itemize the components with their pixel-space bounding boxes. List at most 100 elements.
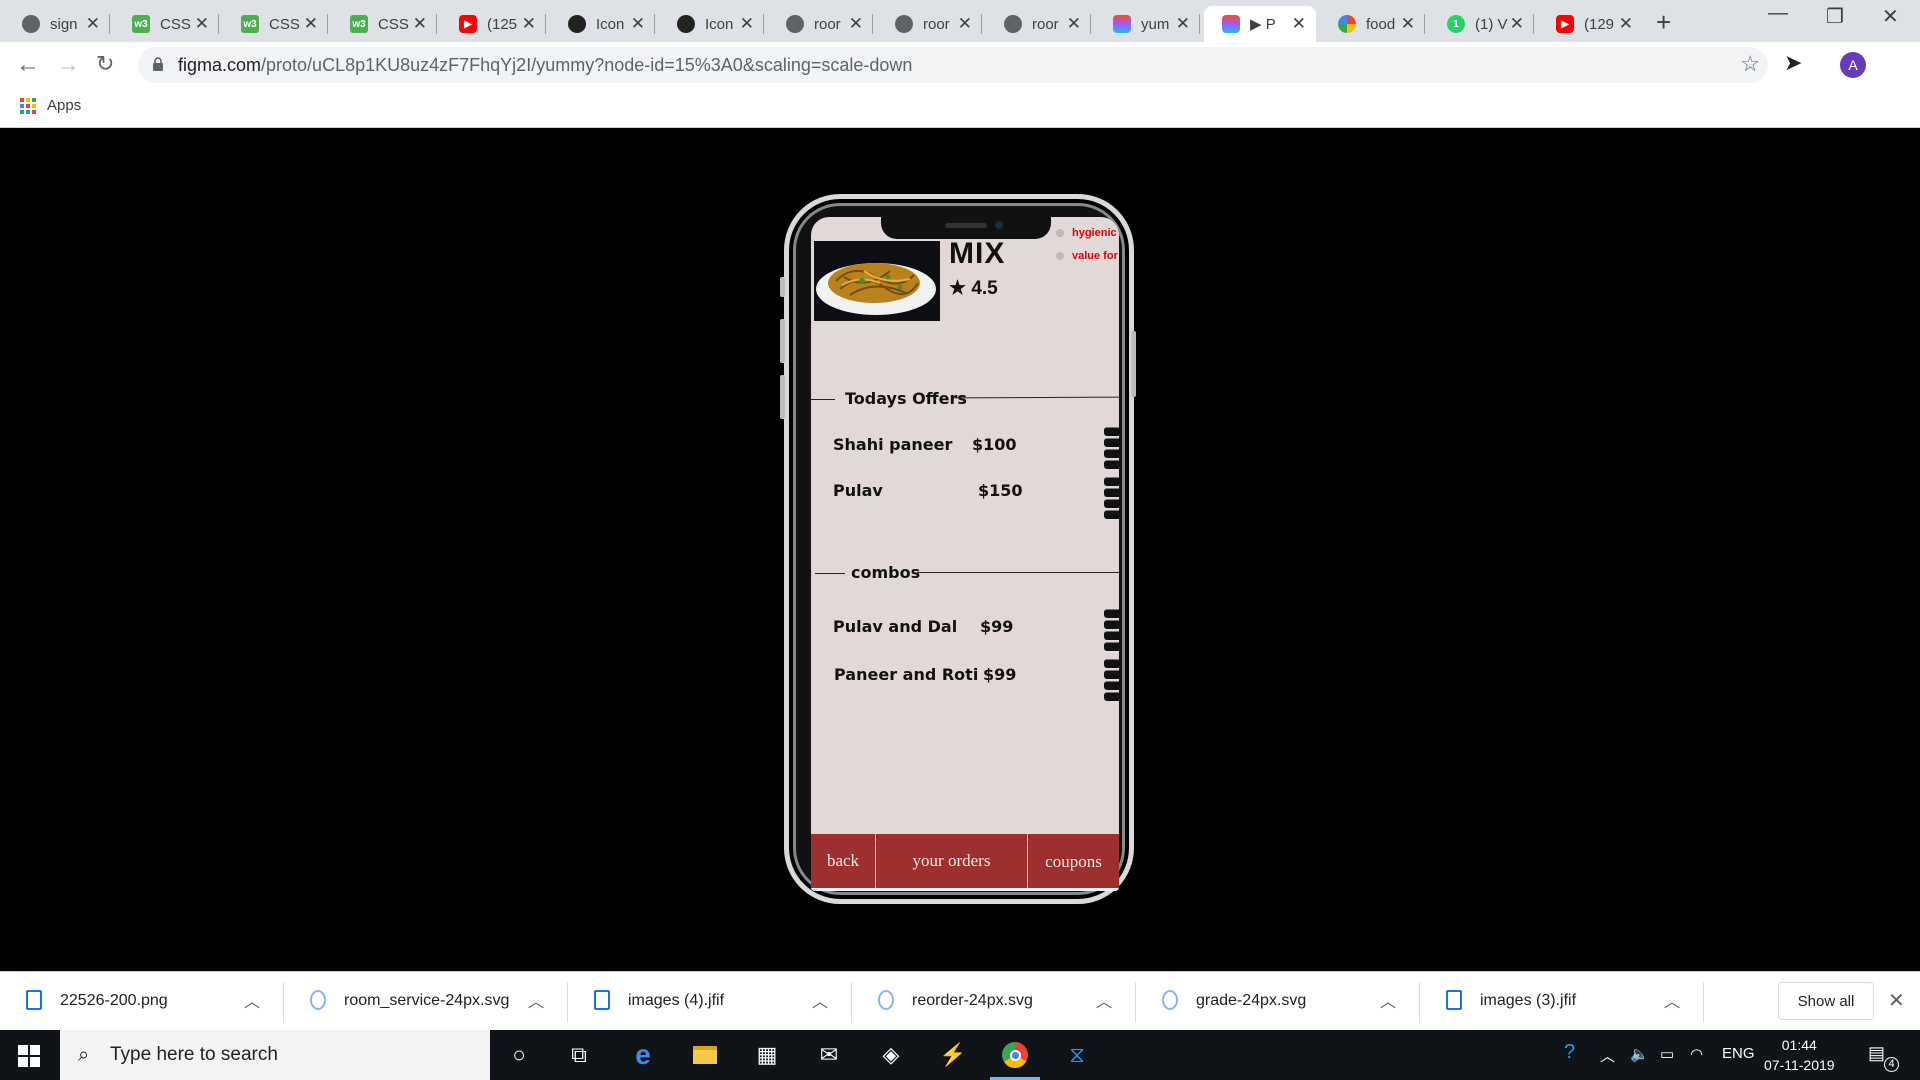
close-tab-icon[interactable]: ✕ (1292, 14, 1306, 34)
system-clock[interactable]: 01:44 07-11-2019 (1764, 1035, 1835, 1075)
chevron-up-icon[interactable]: ︿ (1664, 988, 1680, 1012)
combo-item-name[interactable]: Paneer and Roti (834, 665, 978, 684)
close-tab-icon[interactable]: ✕ (1067, 14, 1081, 34)
dish-rating: ★ 4.5 (949, 277, 998, 300)
windows-start-icon[interactable] (18, 1045, 40, 1067)
file-explorer-icon[interactable] (688, 1039, 722, 1071)
browser-tab[interactable]: w3 CSS ✕ (110, 6, 219, 42)
apps-link[interactable]: Apps (47, 97, 81, 114)
close-tab-icon[interactable]: ✕ (86, 14, 100, 34)
clock-time: 01:44 (1781, 1037, 1817, 1053)
add-to-cart-stack-icon[interactable] (1102, 477, 1119, 521)
back-button[interactable]: back (811, 834, 875, 888)
url-path: /proto/uCL8p1KU8uz4zF7FhqYj2I/yummy?node… (261, 55, 913, 75)
close-tab-icon[interactable]: ✕ (740, 14, 754, 34)
help-icon[interactable]: ? (1564, 1041, 1575, 1064)
close-downloads-icon[interactable]: ✕ (1888, 988, 1905, 1013)
dropbox-icon[interactable]: ◈ (874, 1039, 908, 1071)
close-tab-icon[interactable]: ✕ (304, 14, 318, 34)
task-view-icon[interactable]: ⧉ (562, 1039, 596, 1071)
app-launcher-icon[interactable]: ⚡ (936, 1039, 970, 1071)
restore-icon[interactable]: ❐ (1826, 4, 1844, 29)
download-item[interactable]: 22526-200.png ︿ (0, 972, 284, 1031)
window-close-icon[interactable]: ✕ (1882, 4, 1899, 29)
bullet-icon (1056, 229, 1064, 238)
close-tab-icon[interactable]: ✕ (958, 14, 972, 34)
close-tab-icon[interactable]: ✕ (1619, 14, 1633, 34)
browser-tab[interactable]: Icon ✕ (546, 6, 655, 42)
download-item[interactable]: room_service-24px.svg ︿ (284, 972, 568, 1031)
chrome-icon[interactable] (998, 1039, 1032, 1071)
bookmark-star-icon[interactable]: ☆ (1740, 51, 1760, 77)
close-tab-icon[interactable]: ✕ (1510, 14, 1524, 34)
vscode-icon[interactable]: ⧖ (1060, 1039, 1094, 1071)
language-indicator[interactable]: ENG (1722, 1045, 1755, 1062)
offer-item-name[interactable]: Shahi paneer (833, 435, 952, 454)
profile-avatar[interactable]: A (1840, 52, 1866, 78)
download-item[interactable]: reorder-24px.svg ︿ (852, 972, 1136, 1031)
browser-tab-active[interactable]: ▶ P ✕ (1204, 6, 1316, 42)
chevron-up-icon[interactable]: ︿ (1096, 988, 1112, 1012)
tab-title: Icon (705, 15, 734, 33)
extension-cursor-icon[interactable]: ➤ (1784, 50, 1802, 76)
chevron-up-icon[interactable]: ︿ (1600, 1045, 1615, 1066)
minimize-icon[interactable]: — (1768, 2, 1788, 25)
close-tab-icon[interactable]: ✕ (413, 14, 427, 34)
browser-tab[interactable]: roor ✕ (982, 6, 1091, 42)
cortana-icon[interactable]: ○ (502, 1039, 536, 1071)
phone-side-button (780, 277, 785, 297)
mail-icon[interactable]: ✉ (812, 1039, 846, 1071)
download-item[interactable]: images (4).jfif ︿ (568, 972, 852, 1031)
browser-tab[interactable]: 1 (1) V ✕ (1425, 6, 1534, 42)
app-screen: MIX ★ 4.5 hygienic value for Todays Offe… (811, 217, 1119, 891)
combo-item-name[interactable]: Pulav and Dal (833, 617, 957, 636)
browser-tab[interactable]: w3 CSS ✕ (219, 6, 328, 42)
globe-icon (786, 15, 804, 33)
offer-item-name[interactable]: Pulav (833, 481, 883, 500)
chevron-up-icon[interactable]: ︿ (812, 988, 828, 1012)
reload-icon[interactable]: ↻ (96, 51, 114, 77)
close-tab-icon[interactable]: ✕ (631, 14, 645, 34)
forward-arrow-icon[interactable]: → (56, 51, 80, 79)
wifi-icon[interactable]: ◠ (1690, 1045, 1703, 1063)
your-orders-button[interactable]: your orders (876, 834, 1027, 888)
star-icon: ★ (949, 278, 967, 299)
close-tab-icon[interactable]: ✕ (1176, 14, 1190, 34)
browser-tab[interactable]: sign ✕ (0, 6, 110, 42)
close-tab-icon[interactable]: ✕ (1401, 14, 1415, 34)
address-bar[interactable]: figma.com/proto/uCL8p1KU8uz4zF7FhqYj2I/y… (138, 47, 1768, 83)
download-item[interactable]: images (3).jfif ︿ (1420, 972, 1704, 1031)
chevron-up-icon[interactable]: ︿ (244, 988, 260, 1012)
apps-grid-icon[interactable] (20, 98, 36, 114)
close-tab-icon[interactable]: ✕ (195, 14, 209, 34)
browser-tab[interactable]: roor ✕ (873, 6, 982, 42)
divider (815, 573, 845, 574)
chevron-up-icon[interactable]: ︿ (528, 988, 544, 1012)
add-to-cart-stack-icon[interactable] (1102, 427, 1119, 471)
notifications-icon[interactable]: ▤ (1868, 1043, 1885, 1064)
store-icon[interactable]: ▦ (750, 1039, 784, 1071)
show-all-button[interactable]: Show all (1778, 982, 1874, 1020)
add-to-cart-stack-icon[interactable] (1102, 609, 1119, 653)
browser-tab[interactable]: roor ✕ (764, 6, 873, 42)
add-to-cart-stack-icon[interactable] (1102, 659, 1119, 703)
browser-tab[interactable]: ▶ (125 ✕ (437, 6, 546, 42)
feature-item: hygienic (1056, 227, 1117, 239)
browser-tab[interactable]: ▶ (129 ✕ (1534, 6, 1643, 42)
edge-icon[interactable]: e (626, 1039, 660, 1071)
close-tab-icon[interactable]: ✕ (522, 14, 536, 34)
coupons-button[interactable]: coupons (1028, 834, 1119, 888)
battery-icon[interactable]: ▭ (1660, 1045, 1674, 1063)
browser-tab[interactable]: w3 CSS ✕ (328, 6, 437, 42)
back-arrow-icon[interactable]: ← (16, 51, 40, 79)
taskbar-search-box[interactable]: ⌕ Type here to search (60, 1030, 490, 1080)
close-tab-icon[interactable]: ✕ (849, 14, 863, 34)
download-item[interactable]: grade-24px.svg ︿ (1136, 972, 1420, 1031)
new-tab-plus-icon[interactable]: + (1656, 7, 1671, 38)
browser-tab[interactable]: food ✕ (1316, 6, 1425, 42)
chevron-up-icon[interactable]: ︿ (1380, 988, 1396, 1012)
whatsapp-icon: 1 (1447, 15, 1465, 33)
volume-icon[interactable]: 🔈 (1630, 1045, 1649, 1063)
browser-tab[interactable]: yum ✕ (1091, 6, 1200, 42)
browser-tab[interactable]: Icon ✕ (655, 6, 764, 42)
